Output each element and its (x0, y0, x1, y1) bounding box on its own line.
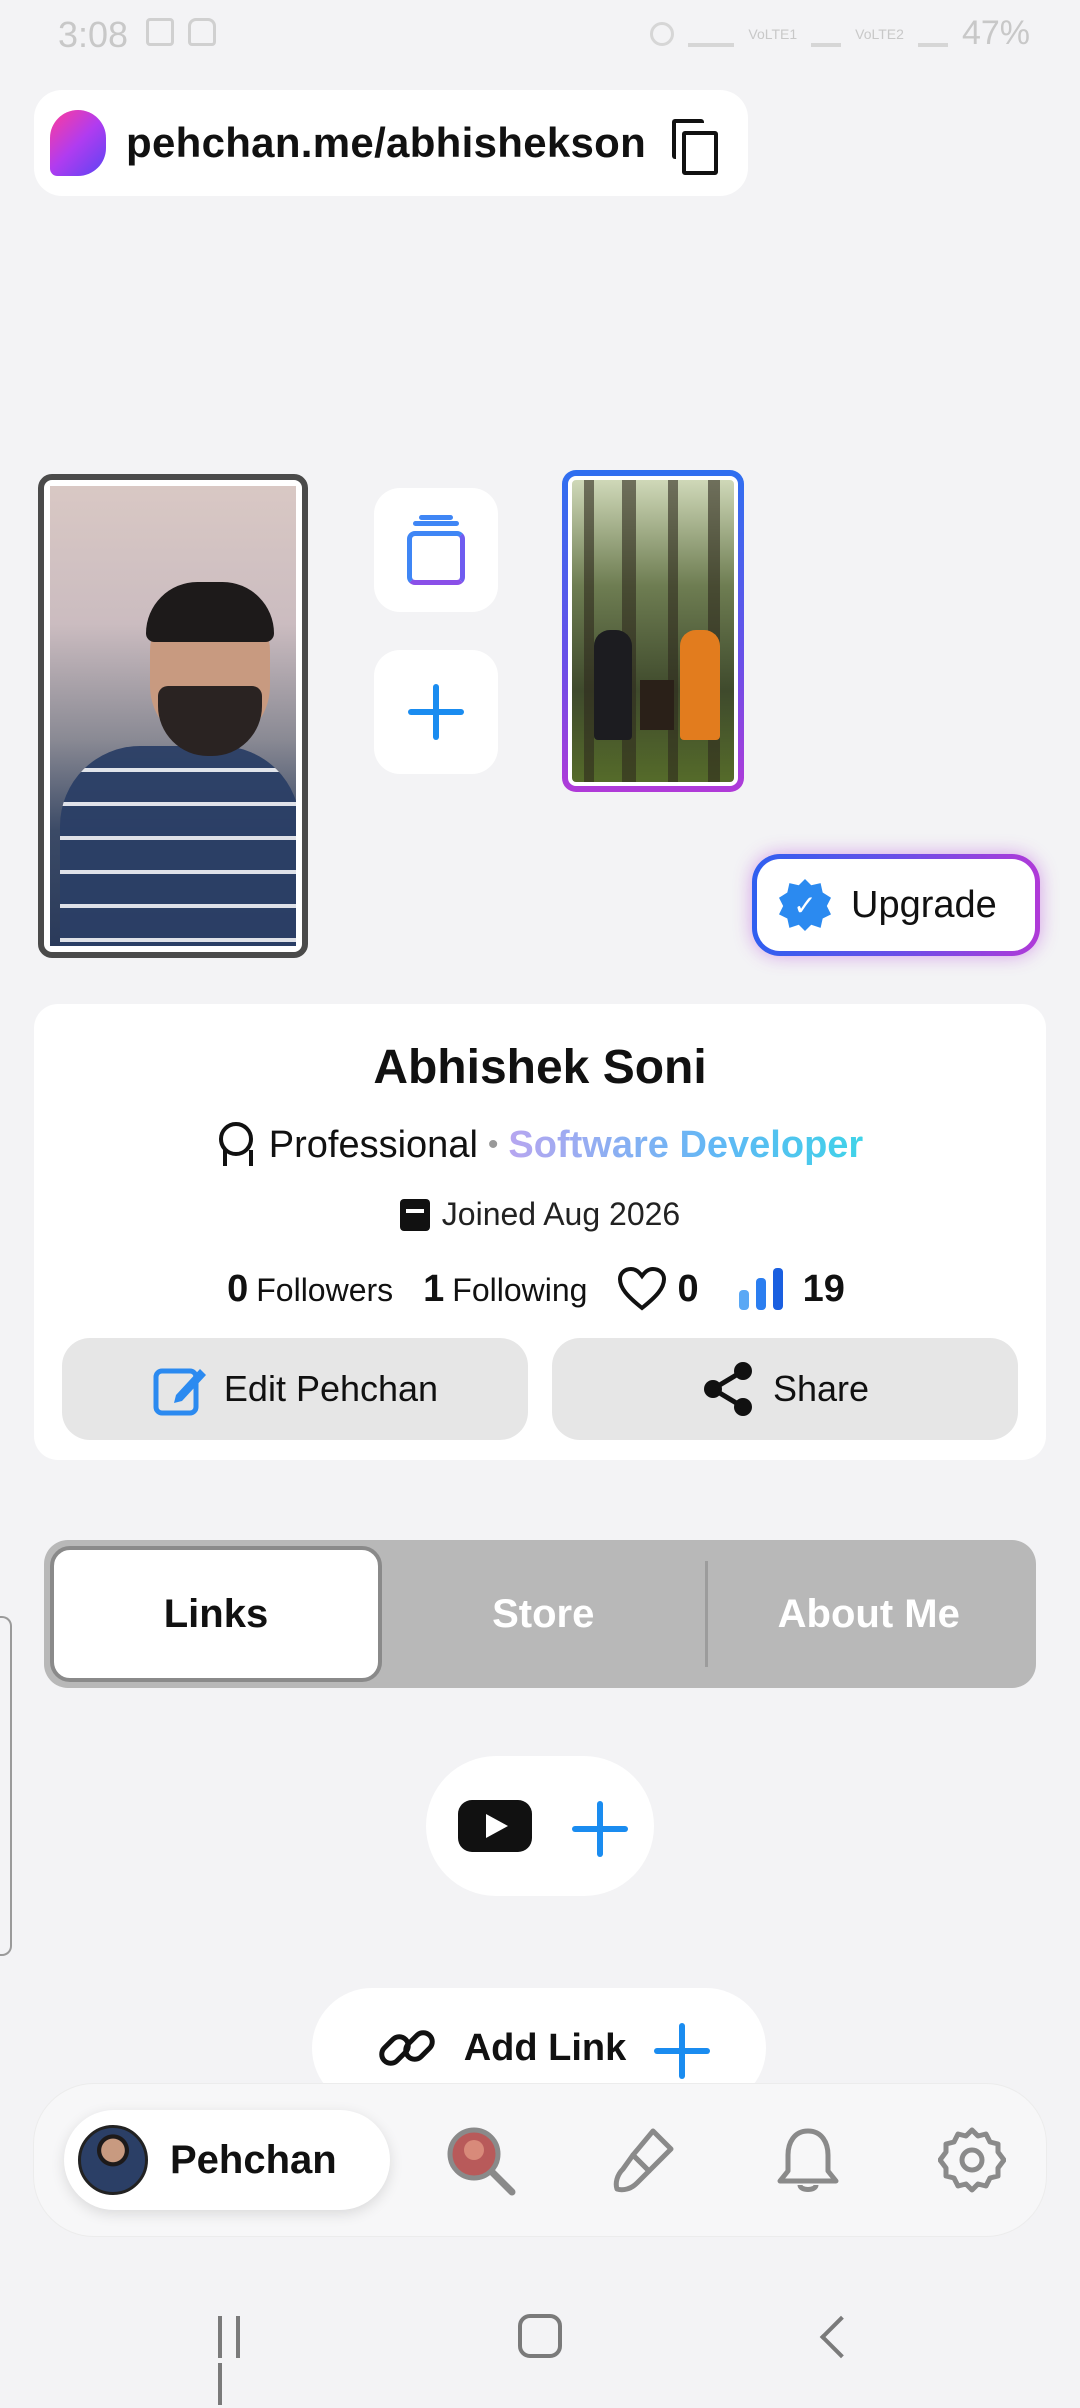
share-label: Share (772, 1368, 870, 1409)
followers-count: 0 (227, 1267, 249, 1310)
profile-url: pehchan.me/abhishekson (126, 119, 647, 166)
search-icon[interactable] (440, 2120, 520, 2200)
link-icon (374, 2015, 440, 2081)
followers-label: Followers (256, 1271, 394, 1308)
edit-icon (152, 1361, 208, 1417)
bottom-navigation: Pehchan (34, 2084, 1046, 2236)
pehchan-logo-icon (50, 110, 106, 176)
add-youtube-button[interactable] (426, 1756, 654, 1896)
award-icon (217, 1122, 253, 1168)
network-1-label: VoLTE1 (748, 25, 798, 42)
views-count: 19 (802, 1267, 845, 1310)
gallery-stack-button[interactable] (374, 488, 498, 612)
main-profile-photo[interactable] (38, 474, 308, 958)
profile-stats: 0 Followers 1 Following 0 19 (34, 1266, 1046, 1312)
content-tabs: Links Store About Me (44, 1540, 1036, 1688)
status-right-group: VoLTE1 VoLTE2 47% (650, 14, 1030, 53)
profession: Software Developer (508, 1123, 864, 1166)
share-icon (701, 1361, 757, 1417)
gear-icon[interactable] (932, 2120, 1012, 2200)
plus-icon (572, 1801, 628, 1857)
plus-icon (408, 684, 464, 740)
joined-date: Joined Aug 2026 (34, 1196, 1046, 1233)
alarm-icon (650, 21, 675, 46)
lock-icon (188, 18, 216, 46)
avatar (78, 2125, 148, 2195)
share-button[interactable]: Share (552, 1338, 1018, 1440)
views-stat[interactable]: 19 (737, 1266, 853, 1312)
edit-pehchan-button[interactable]: Edit Pehchan (62, 1338, 528, 1440)
check-icon (146, 18, 174, 46)
tab-links[interactable]: Links (50, 1546, 382, 1682)
verified-badge-icon: ✓ (779, 879, 831, 931)
likes-count: 0 (677, 1267, 699, 1310)
tab-about-me[interactable]: About Me (708, 1546, 1031, 1682)
likes-stat[interactable]: 0 (617, 1266, 706, 1312)
secondary-photo[interactable] (562, 470, 744, 792)
side-drawer-handle[interactable] (0, 1616, 12, 1956)
brush-icon[interactable] (604, 2120, 684, 2200)
copy-icon[interactable] (670, 117, 719, 175)
wifi-icon (688, 21, 735, 47)
system-back-button[interactable] (819, 2315, 863, 2359)
profile-card: Abhishek Soni Professional • Software De… (34, 1004, 1046, 1460)
battery-percent: 47% (961, 14, 1030, 52)
edit-label: Edit Pehchan (223, 1368, 439, 1409)
forest-photo-image (568, 476, 738, 786)
upgrade-label: Upgrade (851, 883, 997, 926)
bell-icon[interactable] (768, 2120, 848, 2200)
profile-subtitle: Professional • Software Developer (34, 1122, 1046, 1168)
add-photo-button[interactable] (374, 650, 498, 774)
plus-icon (654, 2023, 711, 2079)
network-2-label: VoLTE2 (855, 25, 904, 42)
separator-dot: • (487, 1128, 499, 1161)
status-notification-icons (146, 18, 216, 46)
profile-name: Abhishek Soni (373, 1041, 707, 1094)
following-stat[interactable]: 1 Following (423, 1268, 587, 1311)
profile-type: Professional (268, 1123, 478, 1166)
youtube-icon (458, 1800, 532, 1852)
tab-store[interactable]: Store (382, 1546, 705, 1682)
profile-url-bar[interactable]: pehchan.me/abhishekson (34, 90, 748, 196)
followers-stat[interactable]: 0 Followers (227, 1268, 393, 1311)
add-link-label: Add Link (463, 2026, 627, 2069)
upgrade-button[interactable]: ✓ Upgrade (752, 854, 1040, 956)
bar-chart-icon (737, 1266, 787, 1312)
system-recents-button[interactable] (218, 2316, 262, 2405)
following-count: 1 (423, 1267, 445, 1310)
heart-icon (617, 1266, 667, 1312)
system-home-button[interactable] (518, 2314, 562, 2358)
profile-photo-image (50, 486, 296, 946)
nav-pehchan[interactable]: Pehchan (64, 2110, 390, 2210)
nav-pehchan-label: Pehchan (170, 2137, 337, 2182)
status-bar: 3:08 VoLTE1 VoLTE2 47% (0, 0, 1080, 70)
status-time: 3:08 (58, 14, 129, 55)
signal-2-icon (917, 21, 948, 47)
calendar-icon (399, 1198, 430, 1231)
following-label: Following (452, 1271, 588, 1308)
joined-text: Joined Aug 2026 (441, 1196, 681, 1232)
signal-1-icon (811, 21, 842, 47)
stack-icon (407, 515, 465, 585)
